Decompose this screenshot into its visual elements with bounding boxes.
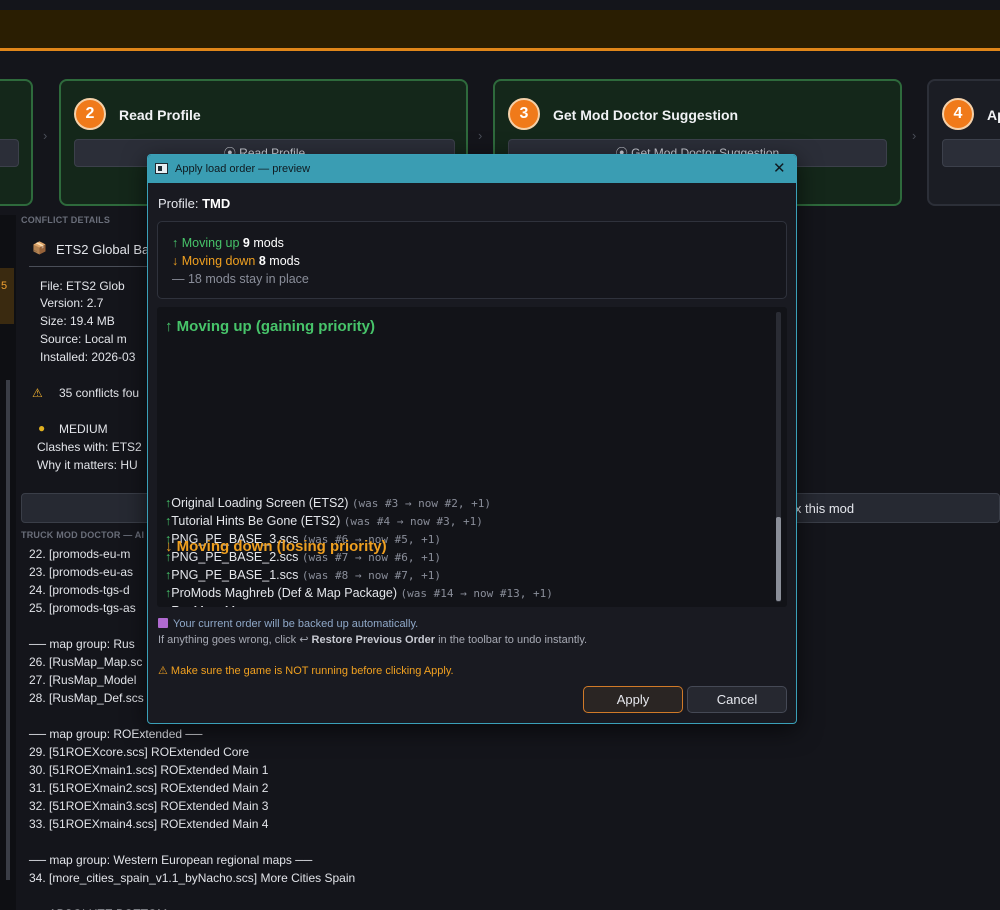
log-line: 33. [51ROEXmain4.scs] ROExtended Main 4 xyxy=(29,817,269,831)
position-change: (was #8 → now #7, +1) xyxy=(301,569,441,582)
list-item: ↑ProMods Maghreb (Def & Map Package) (wa… xyxy=(165,586,553,600)
conflict-size: Size: 19.4 MB xyxy=(40,314,115,328)
step-arrow-icon: › xyxy=(912,128,917,143)
backup-note: Your current order will be backed up aut… xyxy=(158,618,418,630)
log-line: 24. [promods-tgs-d xyxy=(29,583,130,597)
log-line: ── map group: ROExtended ── xyxy=(29,727,203,741)
step-arrow-icon: › xyxy=(478,128,483,143)
step-number-badge: 3 xyxy=(508,98,540,130)
cancel-button[interactable]: Cancel xyxy=(687,686,787,713)
log-line: 31. [51ROEXmain2.scs] ROExtended Main 2 xyxy=(29,781,269,795)
moving-up-heading: ↑ Moving up (gaining priority) xyxy=(165,318,375,335)
conflict-source: Source: Local m xyxy=(40,332,127,346)
position-change: (was #3 → now #2, +1) xyxy=(351,497,491,510)
conflict-divider xyxy=(29,266,159,267)
step-number-badge: 4 xyxy=(942,98,974,130)
floppy-disk-icon xyxy=(158,618,168,628)
log-line: 27. [RusMap_Model xyxy=(29,673,137,687)
apply-button[interactable]: Apply xyxy=(583,686,683,713)
window-icon xyxy=(155,163,168,174)
conflict-details-label: CONFLICT DETAILS xyxy=(21,215,111,225)
mod-name: Tutorial Hints Be Gone (ETS2) xyxy=(171,514,341,528)
step-card-1 xyxy=(0,79,33,206)
list-scrollbar[interactable] xyxy=(776,312,781,602)
close-icon[interactable]: ✕ xyxy=(773,159,786,177)
left-tab[interactable]: 5 xyxy=(0,268,14,324)
log-line: 32. [51ROEXmain3.scs] ROExtended Main 3 xyxy=(29,799,269,813)
list-item: ↑RusMap_Map.scs (was #32 → now #26, +6) xyxy=(165,604,427,607)
log-line: 26. [RusMap_Map.sc xyxy=(29,655,143,669)
list-item: ↑Tutorial Hints Be Gone (ETS2) (was #4 →… xyxy=(165,514,483,528)
clashes-with: Clashes with: ETS2 xyxy=(37,440,142,454)
step-1-button[interactable] xyxy=(0,139,19,167)
list-item: ↑PNG_PE_BASE_1.scs (was #8 → now #7, +1) xyxy=(165,568,441,582)
why-it-matters: Why it matters: HU xyxy=(37,458,138,472)
log-line: 34. [more_cities_spain_v1.1_byNacho.scs]… xyxy=(29,871,356,885)
severity-icon: ● xyxy=(38,421,46,435)
warning-icon: ⚠ xyxy=(32,386,43,400)
position-change: (was #32 → now #26, +6) xyxy=(275,605,427,607)
summary-stay: — 18 mods stay in place xyxy=(172,272,309,286)
profile-label: Profile: xyxy=(158,196,199,211)
package-icon: 📦 xyxy=(32,241,47,255)
log-line: 30. [51ROEXmain1.scs] ROExtended Main 1 xyxy=(29,763,269,777)
summary-up: ↑ Moving up 9 mods xyxy=(172,236,284,250)
conflict-installed: Installed: 2026-03 xyxy=(40,350,136,364)
summary-down: ↓ Moving down 8 mods xyxy=(172,254,300,268)
left-scrollbar[interactable] xyxy=(6,380,10,880)
mod-name: ProMods Maghreb (Def & Map Package) xyxy=(171,586,398,600)
status-banner xyxy=(0,10,1000,51)
apply-preview-dialog: Apply load order — preview ✕ Profile: TM… xyxy=(147,154,797,724)
position-change: (was #14 → now #13, +1) xyxy=(400,587,553,600)
log-line: 28. [RusMap_Def.scs xyxy=(29,691,144,705)
moving-down-heading: ↓ Moving down (losing priority) xyxy=(165,538,387,555)
profile-line: Profile: TMD xyxy=(158,196,230,211)
conflict-file: File: ETS2 Glob xyxy=(40,279,125,293)
game-running-warning: ⚠ Make sure the game is NOT running befo… xyxy=(158,665,454,677)
conflict-version: Version: 2.7 xyxy=(40,296,104,310)
position-change: (was #4 → now #3, +1) xyxy=(343,515,483,528)
apply-step-button[interactable] xyxy=(942,139,1000,167)
doctor-label: TRUCK MOD DOCTOR — AI xyxy=(21,530,145,540)
conflict-mod-name: ETS2 Global Ba xyxy=(56,242,150,257)
log-line: 25. [promods-tgs-as xyxy=(29,601,136,615)
log-line: 22. [promods-eu-m xyxy=(29,547,131,561)
conflict-count: 35 conflicts fou xyxy=(59,386,140,400)
log-line: 23. [promods-eu-as xyxy=(29,565,134,579)
log-line: ── map group: Western European regional … xyxy=(29,853,313,867)
log-line: ── map group: Rus xyxy=(29,637,135,651)
log-line: 29. [51ROEXcore.scs] ROExtended Core xyxy=(29,745,250,759)
mod-name: RusMap_Map.scs xyxy=(171,604,271,607)
step-number-badge: 2 xyxy=(74,98,106,130)
list-item: ↑Original Loading Screen (ETS2) (was #3 … xyxy=(165,496,491,510)
mod-name: Original Loading Screen (ETS2) xyxy=(171,496,349,510)
step-card-apply: 4 Ap xyxy=(927,79,1000,206)
severity-level: MEDIUM xyxy=(59,422,108,436)
dialog-title: Apply load order — preview xyxy=(175,163,311,175)
dialog-titlebar[interactable]: Apply load order — preview ✕ xyxy=(148,155,796,183)
step-arrow-icon: › xyxy=(43,128,48,143)
restore-note: If anything goes wrong, click ↩ Restore … xyxy=(158,634,588,646)
changes-list: ↑ Moving up (gaining priority) ↑Original… xyxy=(157,307,787,607)
step-title: Get Mod Doctor Suggestion xyxy=(553,107,739,123)
step-title: Read Profile xyxy=(119,107,201,123)
scrollbar-thumb[interactable] xyxy=(776,517,781,601)
mod-name: PNG_PE_BASE_1.scs xyxy=(171,568,299,582)
step-title: Ap xyxy=(987,107,1000,123)
profile-name: TMD xyxy=(202,196,231,211)
move-summary: ↑ Moving up 9 mods ↓ Moving down 8 mods … xyxy=(157,221,787,299)
